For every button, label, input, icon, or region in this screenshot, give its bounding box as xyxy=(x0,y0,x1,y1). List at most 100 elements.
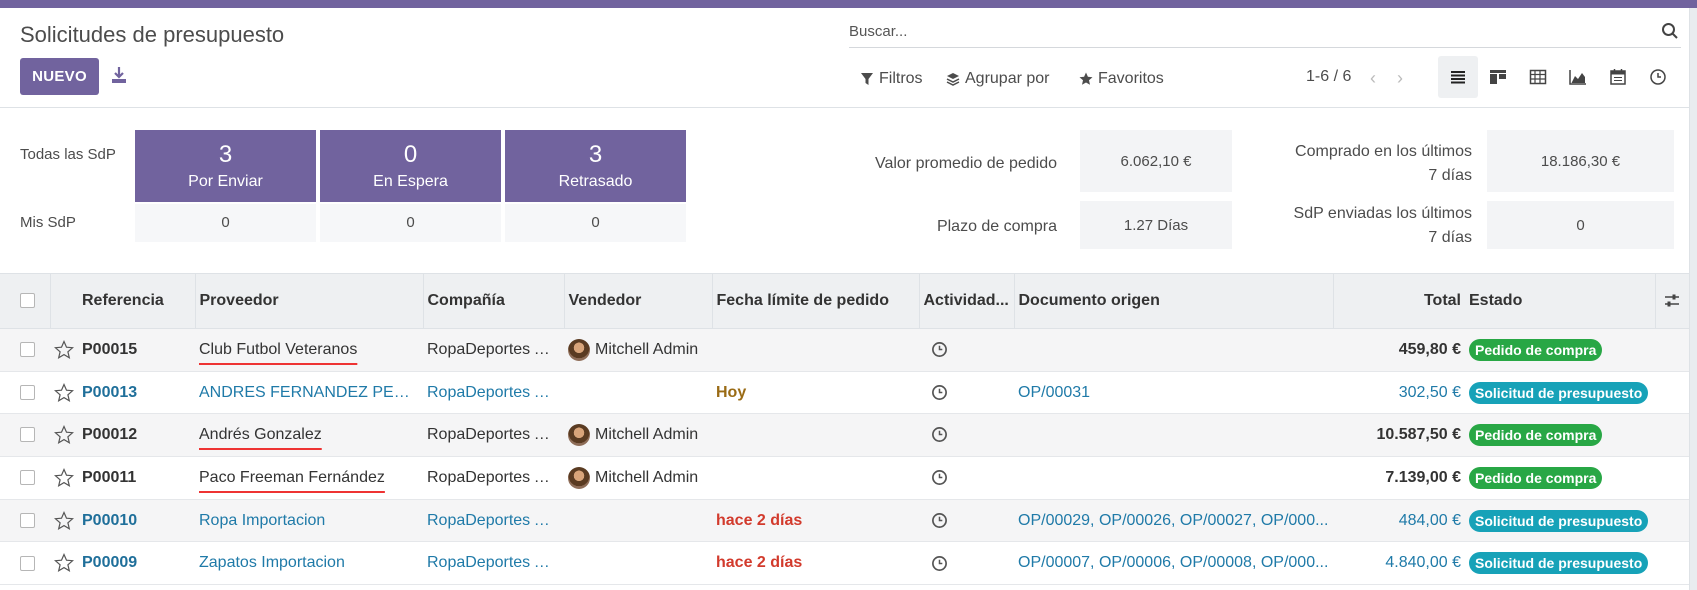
calendar-view-button[interactable] xyxy=(1598,56,1638,98)
total-cell: 484,00 € xyxy=(1333,499,1465,543)
avg-order-value: 6.062,10 € xyxy=(1080,130,1232,192)
clock-icon[interactable] xyxy=(931,426,948,443)
groupby-toggle[interactable]: Agrupar por xyxy=(946,70,1050,88)
tile-count: 3 xyxy=(588,141,603,168)
column-total[interactable]: Total xyxy=(1332,273,1465,329)
star-outline-icon[interactable] xyxy=(53,382,75,403)
row-end-cell xyxy=(1655,541,1689,586)
filters-label: Filtros xyxy=(879,70,923,87)
pivot-view-button[interactable] xyxy=(1518,56,1558,98)
tile-late[interactable]: 3 Retrasado xyxy=(505,130,686,202)
avatar xyxy=(568,424,590,447)
column-vendor[interactable]: Proveedor xyxy=(194,273,423,329)
top-navbar xyxy=(0,0,1697,8)
row-checkbox[interactable] xyxy=(20,342,35,358)
tile-to-send[interactable]: 3 Por Enviar xyxy=(135,130,316,202)
tile-label: En Espera xyxy=(373,173,448,190)
status-badge: Solicitud de presupuesto xyxy=(1469,381,1649,404)
list-icon xyxy=(1451,71,1465,84)
activity-view-button[interactable] xyxy=(1638,56,1678,98)
optional-columns-toggle[interactable] xyxy=(1654,273,1689,329)
row-checkbox[interactable] xyxy=(20,512,35,528)
tile-label: Por Enviar xyxy=(188,173,263,190)
tile-count: 0 xyxy=(403,141,418,168)
company-cell: RopaDeportes A.D xyxy=(423,328,564,372)
table-row[interactable]: P00010 Ropa Importacion RopaDeportes A.D… xyxy=(0,499,1689,543)
my-waiting-count[interactable]: 0 xyxy=(320,204,501,242)
row-end-cell xyxy=(1655,499,1689,543)
column-origin[interactable]: Documento origen xyxy=(1013,273,1333,329)
row-checkbox[interactable] xyxy=(20,555,35,571)
row-checkbox[interactable] xyxy=(20,470,35,486)
table-row[interactable]: P00015 Club Futbol Veteranos RopaDeporte… xyxy=(0,328,1689,372)
deadline-cell xyxy=(712,456,919,500)
star-outline-icon[interactable] xyxy=(53,553,75,573)
my-to-send-count[interactable]: 0 xyxy=(135,204,316,242)
sliders-icon xyxy=(1665,294,1680,307)
column-deadline[interactable]: Fecha límite de pedido xyxy=(711,273,919,329)
buyer-name: Mitchell Admin xyxy=(595,426,699,444)
column-company[interactable]: Compañía xyxy=(422,273,564,329)
clock-icon[interactable] xyxy=(931,384,948,401)
new-button[interactable]: NUEVO xyxy=(20,58,99,95)
page-title: Solicitudes de presupuesto xyxy=(20,22,285,47)
search-icon[interactable] xyxy=(1661,22,1679,40)
row-checkbox[interactable] xyxy=(20,384,35,400)
pager-next-icon[interactable]: › xyxy=(1397,68,1403,89)
search-input[interactable] xyxy=(849,17,1609,45)
row-end-cell xyxy=(1655,328,1689,372)
row-select-cell xyxy=(0,413,50,458)
row-checkbox[interactable] xyxy=(20,427,35,443)
clock-icon[interactable] xyxy=(931,341,948,358)
vendor-cell: Paco Freeman Fernández xyxy=(195,456,423,500)
avatar xyxy=(568,338,590,361)
star-outline-icon[interactable] xyxy=(53,510,75,531)
star-icon xyxy=(1079,72,1093,85)
row-select-cell xyxy=(0,456,50,500)
state-cell: Solicitud de presupuesto xyxy=(1465,499,1655,543)
column-reference[interactable]: Referencia xyxy=(78,273,195,329)
download-icon[interactable] xyxy=(111,66,127,84)
scrollbar[interactable] xyxy=(1689,8,1697,590)
clock-icon[interactable] xyxy=(931,469,948,486)
buyer-cell: Mitchell Admin xyxy=(564,413,712,458)
star-outline-icon[interactable] xyxy=(53,339,75,360)
clock-icon xyxy=(1650,69,1666,85)
list-view-button[interactable] xyxy=(1438,56,1478,98)
status-badge: Pedido de compra xyxy=(1469,424,1603,447)
clock-icon[interactable] xyxy=(931,512,948,529)
company-cell: RopaDeportes A.D xyxy=(423,541,564,586)
table-row[interactable]: P00013 ANDRES FERNANDEZ PEREIRA RopaDepo… xyxy=(0,371,1689,415)
total-cell: 302,50 € xyxy=(1333,371,1465,415)
total-cell: 10.587,50 € xyxy=(1333,413,1465,458)
clock-icon[interactable] xyxy=(931,555,948,572)
column-activity[interactable]: Actividad... xyxy=(918,273,1014,329)
tile-waiting[interactable]: 0 En Espera xyxy=(320,130,501,202)
favorite-column-header xyxy=(49,273,78,329)
select-all-checkbox[interactable] xyxy=(20,293,35,309)
star-outline-icon[interactable] xyxy=(53,425,75,445)
vendor-name: Club Futbol Veteranos xyxy=(199,340,358,358)
kanban-view-button[interactable] xyxy=(1478,56,1518,98)
table-row[interactable]: P00012 Andrés Gonzalez RopaDeportes A.D … xyxy=(0,413,1689,458)
vendor-cell: Andrés Gonzalez xyxy=(195,413,423,458)
table-row[interactable]: P00011 Paco Freeman Fernández RopaDeport… xyxy=(0,456,1689,500)
column-state[interactable]: Estado xyxy=(1465,273,1655,329)
table-row[interactable]: P00009 Zapatos Importacion RopaDeportes … xyxy=(0,541,1689,586)
favorites-toggle[interactable]: Favoritos xyxy=(1079,70,1164,88)
deadline-cell: hace 2 días xyxy=(712,499,919,543)
my-late-count[interactable]: 0 xyxy=(505,204,686,242)
filters-toggle[interactable]: Filtros xyxy=(860,70,923,88)
column-buyer[interactable]: Vendedor xyxy=(563,273,712,329)
star-outline-icon[interactable] xyxy=(53,467,75,488)
sent-value: 0 xyxy=(1487,201,1674,249)
tile-label: Retrasado xyxy=(558,173,633,190)
pager-value[interactable]: 1-6 / 6 xyxy=(1306,68,1351,86)
vendor-cell: Zapatos Importacion xyxy=(195,541,423,586)
deadline-cell xyxy=(712,328,919,372)
rfq-list: Referencia Proveedor Compañía Vendedor F… xyxy=(0,273,1689,586)
pager-previous-icon[interactable]: ‹ xyxy=(1370,68,1376,89)
lead-time-value: 1.27 Días xyxy=(1080,201,1232,249)
graph-view-button[interactable] xyxy=(1558,56,1598,98)
favorite-cell xyxy=(50,499,78,543)
